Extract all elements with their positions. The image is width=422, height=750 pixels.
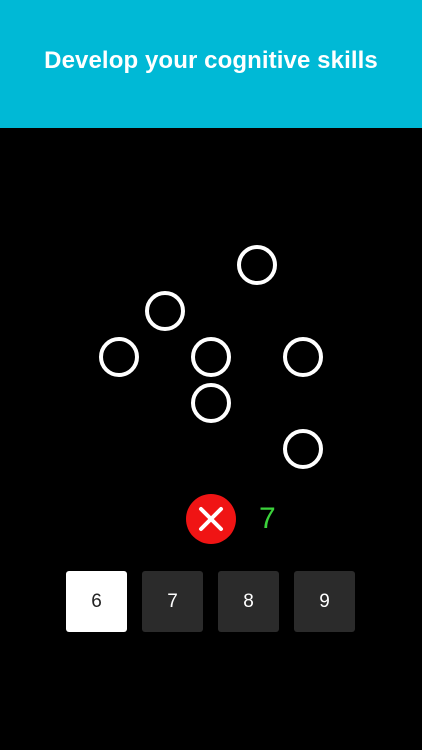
header-title: Develop your cognitive skills [44,47,378,74]
answer-button-9[interactable]: 9 [294,571,355,632]
ring-target [191,337,231,377]
answer-button-8[interactable]: 8 [218,571,279,632]
ring-target [237,245,277,285]
ring-target [191,383,231,423]
answer-button-7[interactable]: 7 [142,571,203,632]
answer-options: 6 7 8 9 [0,571,422,632]
close-icon [199,507,223,531]
answer-button-6[interactable]: 6 [66,571,127,632]
ring-target [283,337,323,377]
correct-answer-value: 7 [259,502,276,535]
play-area: 7 6 7 8 9 [0,128,422,750]
result-row: 7 [0,494,422,546]
ring-target [99,337,139,377]
wrong-answer-icon [186,494,236,544]
ring-target [145,291,185,331]
header-banner: Develop your cognitive skills [0,0,422,128]
ring-target [283,429,323,469]
game-screen: Develop your cognitive skills 7 6 7 8 9 [0,0,422,750]
